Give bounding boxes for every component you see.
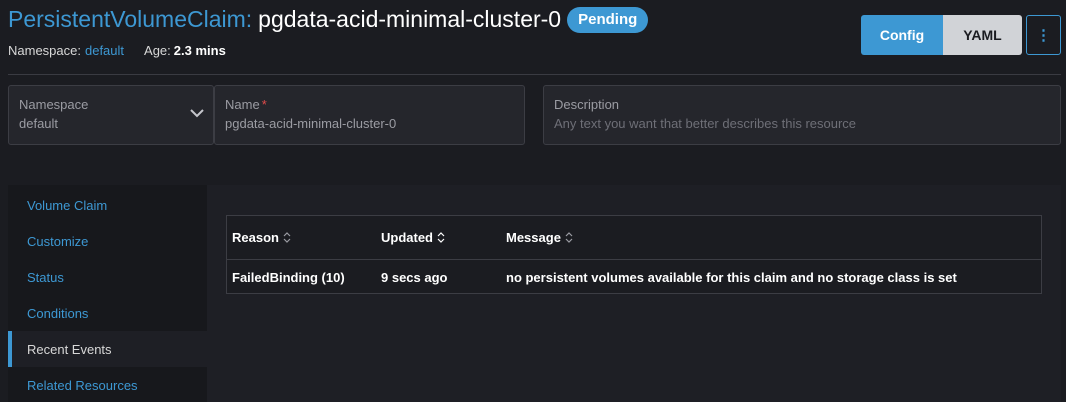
side-tabs: Volume Claim Customize Status Conditions…: [8, 185, 207, 402]
more-actions-button[interactable]: ⋮: [1026, 15, 1061, 55]
page-title: PersistentVolumeClaim: pgdata-acid-minim…: [8, 6, 649, 33]
tab-volume-claim[interactable]: Volume Claim: [8, 187, 207, 223]
tab-status[interactable]: Status: [8, 259, 207, 295]
column-header-message[interactable]: Message: [506, 230, 573, 245]
status-badge: Pending: [567, 6, 649, 33]
namespace-field-label: Namespace: [19, 97, 89, 112]
header-divider: [8, 74, 1061, 75]
kebab-menu-icon: ⋮: [1036, 27, 1051, 44]
column-header-label: Message: [506, 230, 561, 245]
description-field-placeholder: Any text you want that better describes …: [554, 116, 857, 131]
config-button[interactable]: Config: [861, 15, 943, 55]
tab-label: Conditions: [27, 305, 89, 321]
active-tab-indicator: [8, 331, 12, 367]
table-header: Reason Updated Message: [227, 216, 1041, 260]
required-marker: *: [261, 97, 267, 112]
resource-name: pgdata-acid-minimal-cluster-0: [258, 6, 562, 32]
event-message: no persistent volumes available for this…: [506, 270, 957, 285]
column-header-label: Updated: [381, 230, 433, 245]
name-field[interactable]: Name * pgdata-acid-minimal-cluster-0: [214, 85, 525, 145]
sort-icon: [437, 232, 445, 243]
resource-meta: Namespace: default Age: 2.3 mins: [8, 43, 226, 58]
description-field-label: Description: [554, 97, 620, 112]
description-field[interactable]: Description Any text you want that bette…: [543, 85, 1061, 145]
table-row: FailedBinding (10) 9 secs ago no persist…: [227, 260, 1041, 293]
column-header-label: Reason: [232, 230, 279, 245]
namespace-meta-label: Namespace:: [8, 43, 81, 58]
page-header: PersistentVolumeClaim: pgdata-acid-minim…: [0, 0, 1066, 76]
name-field-value: pgdata-acid-minimal-cluster-0: [225, 116, 397, 131]
yaml-button[interactable]: YAML: [943, 15, 1022, 55]
sort-icon: [565, 232, 573, 243]
view-mode-toggle: Config YAML: [861, 15, 1022, 55]
event-updated: 9 secs ago: [381, 270, 448, 285]
age-meta-label: Age:: [144, 43, 171, 58]
tab-label: Volume Claim: [27, 197, 108, 213]
column-header-updated[interactable]: Updated: [381, 230, 445, 245]
column-header-reason[interactable]: Reason: [232, 230, 291, 245]
tab-customize[interactable]: Customize: [8, 223, 207, 259]
event-reason: FailedBinding (10): [232, 270, 345, 285]
sort-icon: [283, 232, 291, 243]
resource-type-link[interactable]: PersistentVolumeClaim:: [8, 6, 252, 33]
chevron-down-icon: [190, 109, 204, 118]
tab-conditions[interactable]: Conditions: [8, 295, 207, 331]
namespace-field-value: default: [19, 116, 59, 131]
namespace-meta-link[interactable]: default: [85, 43, 124, 58]
tab-label: Recent Events: [27, 341, 112, 357]
tab-recent-events[interactable]: Recent Events: [8, 331, 207, 367]
tab-related-resources[interactable]: Related Resources: [8, 367, 207, 402]
events-table: Reason Updated Message FailedBinding (10…: [226, 215, 1042, 294]
tab-label: Related Resources: [27, 377, 138, 393]
name-field-label: Name *: [225, 97, 267, 112]
tab-label: Status: [27, 269, 64, 285]
tab-label: Customize: [27, 233, 89, 249]
namespace-select[interactable]: Namespace default: [8, 85, 214, 145]
age-meta-value: 2.3 mins: [173, 43, 226, 58]
